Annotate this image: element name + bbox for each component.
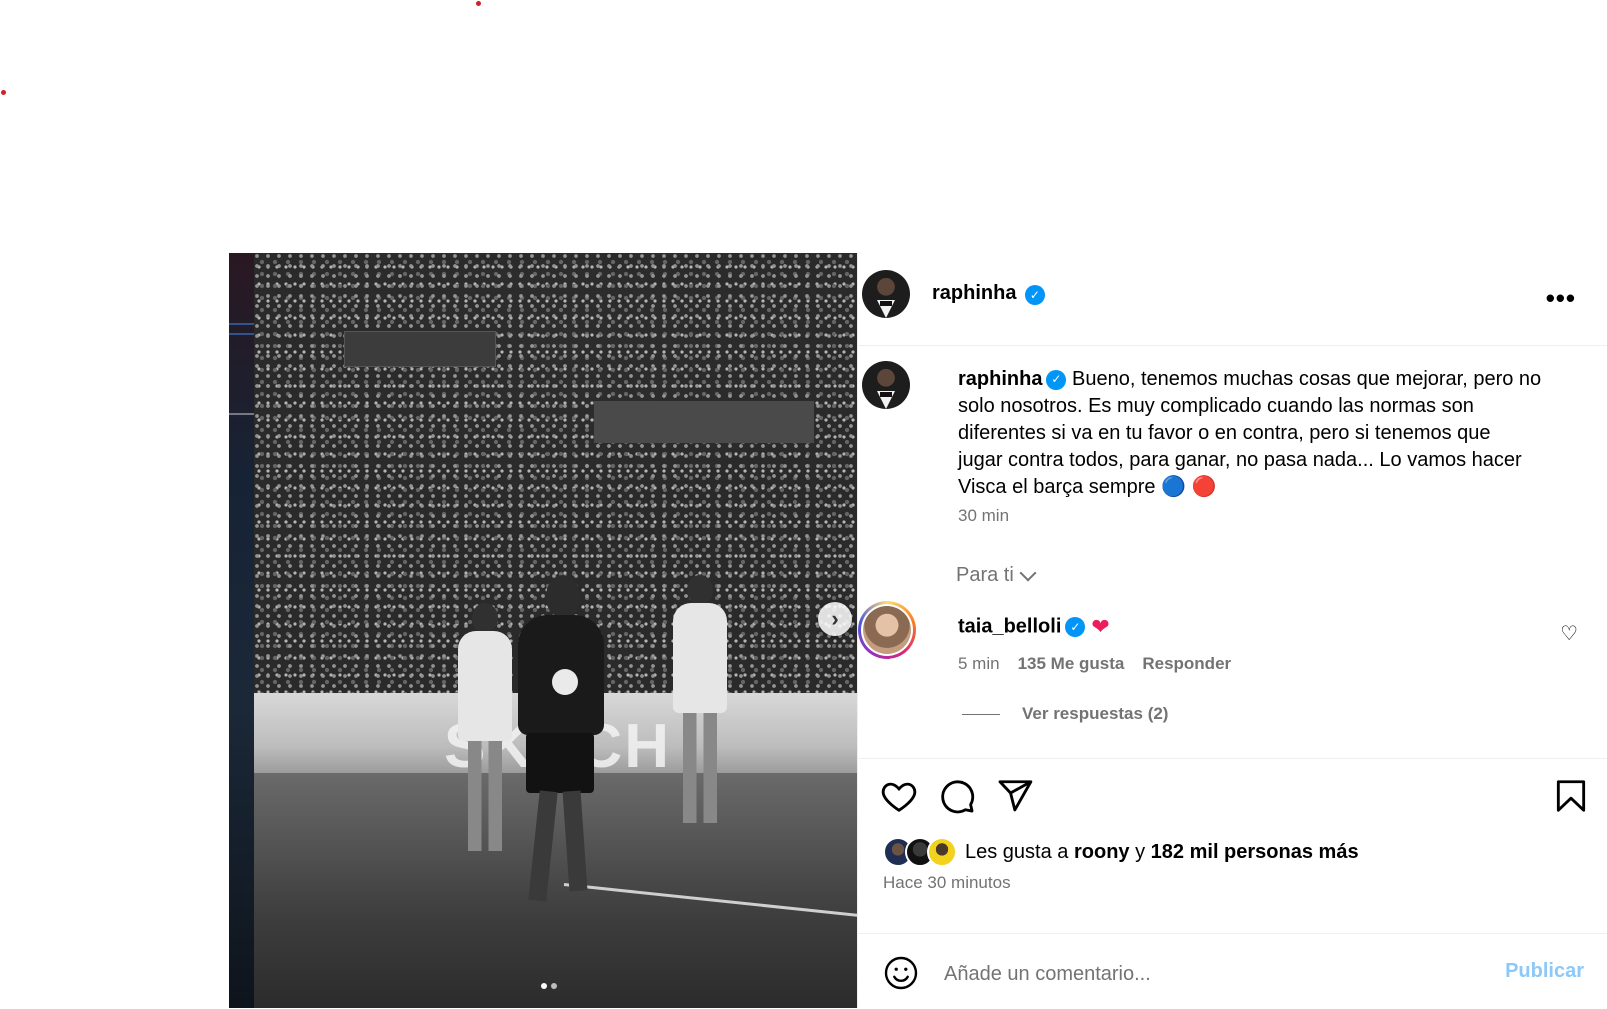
comment-filter-label: Para ti <box>956 564 1014 586</box>
red-dot <box>476 1 481 6</box>
comment-likes[interactable]: 135 Me gusta <box>1018 654 1125 674</box>
red-dot <box>1 90 6 95</box>
comment-filter-dropdown[interactable]: Para ti <box>956 564 1037 587</box>
comment-meta: 5 min 135 Me gusta Responder <box>958 654 1231 674</box>
comment-like-heart-icon[interactable]: ♡ <box>1560 621 1578 646</box>
comment-time[interactable]: 5 min <box>958 654 1000 674</box>
liker-username[interactable]: roony <box>1074 841 1130 863</box>
author-avatar[interactable] <box>862 270 910 318</box>
comment-text: ❤ <box>1091 614 1110 639</box>
caption-line: Bueno, tenemos muchas cosas que mejorar,… <box>1072 368 1542 390</box>
caption-line: jugar contra todos, para ganar, no pasa … <box>958 449 1522 471</box>
liker-avatar <box>927 837 957 867</box>
background-edge <box>229 253 254 1008</box>
post-header: raphinha ✓ ••• <box>858 253 1607 346</box>
smiley-icon[interactable] <box>883 955 919 991</box>
comment-header: taia_belloli ✓ ❤ <box>958 614 1110 640</box>
main-player-figure <box>504 575 612 935</box>
view-replies-label: Ver respuestas (2) <box>1022 704 1169 723</box>
post-photo: SKECH <box>254 253 857 1008</box>
verified-badge-icon: ✓ <box>1024 284 1045 305</box>
caption-line: diferentes si va en tu favor o en contra… <box>958 422 1491 444</box>
post-media[interactable]: SKECH › <box>229 253 857 1008</box>
likes-summary[interactable]: Les gusta a roony y 182 mil personas más <box>883 837 1359 867</box>
verified-badge-icon: ✓ <box>1046 369 1067 390</box>
caption-line: solo nosotros. Es muy complicado cuando … <box>958 395 1474 417</box>
caption-line: Visca el barça sempre <box>958 476 1156 498</box>
carousel-indicator <box>541 983 557 989</box>
likes-prefix: Les gusta a <box>965 840 1069 863</box>
likes-conj: y <box>1135 840 1146 863</box>
comment-bubble-icon[interactable] <box>938 777 976 815</box>
bookmark-icon[interactable] <box>1552 777 1590 815</box>
caption-emoji: 🔵 🔴 <box>1161 476 1217 498</box>
caption-author-avatar[interactable] <box>862 361 910 409</box>
publish-button[interactable]: Publicar <box>1505 960 1584 983</box>
chevron-down-icon <box>1019 564 1037 581</box>
chevron-right-icon[interactable]: › <box>818 602 852 636</box>
stadium-banner <box>594 401 814 443</box>
author-username[interactable]: raphinha <box>932 282 1016 304</box>
stadium-banner <box>344 331 496 367</box>
post-caption: raphinha ✓ Bueno, tenemos muchas cosas qu… <box>958 366 1558 501</box>
heart-icon[interactable] <box>880 777 918 815</box>
comment-composer: Publicar <box>858 933 1607 1009</box>
post-time[interactable]: Hace 30 minutos <box>883 873 1011 893</box>
commenter-avatar[interactable] <box>858 601 916 659</box>
player-figure <box>669 575 729 835</box>
reply-button[interactable]: Responder <box>1142 654 1231 674</box>
caption-timestamp[interactable]: 30 min <box>958 506 1009 526</box>
likes-count[interactable]: 182 mil personas más <box>1151 841 1359 863</box>
more-options-icon[interactable]: ••• <box>1546 283 1576 314</box>
view-replies-button[interactable]: Ver respuestas (2) <box>962 704 1168 724</box>
likes-text: Les gusta a roony y 182 mil personas más <box>965 841 1359 864</box>
comments-list[interactable]: raphinha ✓ Bueno, tenemos muchas cosas qu… <box>858 346 1607 776</box>
commenter-username[interactable]: taia_belloli <box>958 615 1061 637</box>
comment-input[interactable] <box>942 956 1466 992</box>
replies-divider <box>962 713 1000 715</box>
caption-username[interactable]: raphinha <box>958 368 1042 390</box>
post-details-panel: raphinha ✓ ••• raphinha ✓ Bueno, tenemos … <box>857 253 1607 1008</box>
carousel-dot <box>551 983 557 989</box>
carousel-dot <box>541 983 547 989</box>
paper-plane-icon[interactable] <box>996 777 1034 815</box>
verified-badge-icon: ✓ <box>1065 617 1086 637</box>
post-actions: Les gusta a roony y 182 mil personas más… <box>858 758 1607 909</box>
